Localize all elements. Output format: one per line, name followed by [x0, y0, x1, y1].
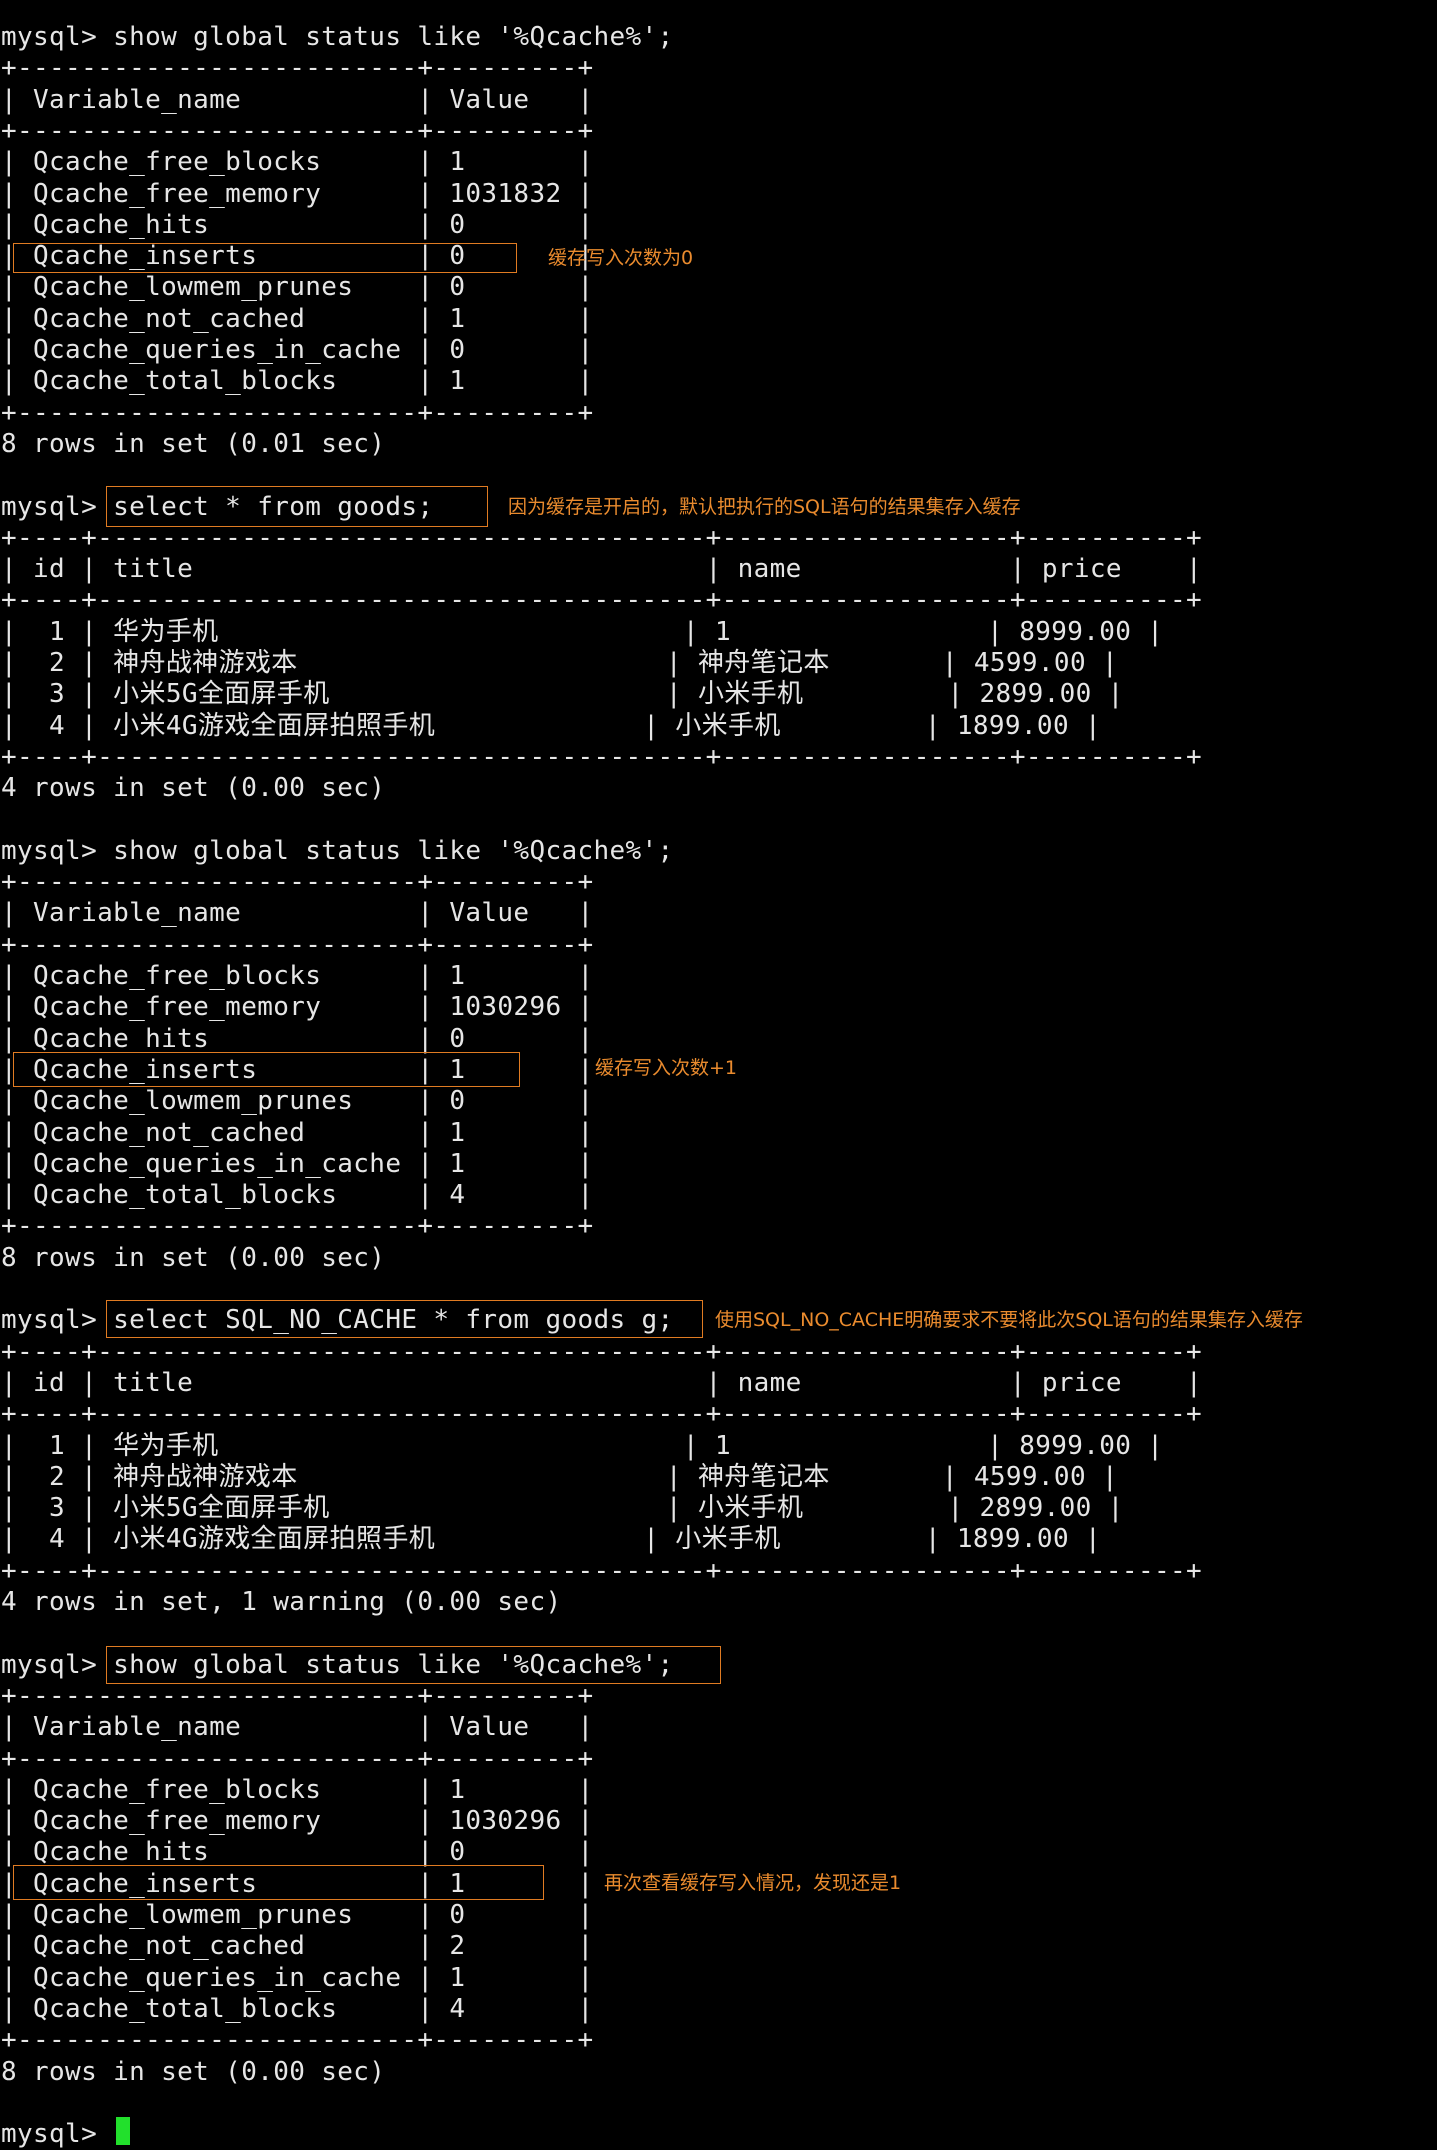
terminal-line: | Qcache_free_blocks | 1 | [1, 961, 594, 991]
terminal-line: 8 rows in set (0.00 sec) [1, 2056, 386, 2087]
terminal-line: | Qcache_hits | 0 | [1, 209, 594, 240]
highlight-box-select-query [106, 486, 488, 527]
terminal-line: | Qcache_total_blocks | 1 | [1, 366, 594, 397]
terminal-line: | Qcache_total_blocks | 4 | [1, 1993, 594, 2024]
terminal-line: mysql> show global status like '%Qcache%… [1, 22, 674, 52]
highlight-box-inserts-1 [13, 243, 517, 273]
terminal-line: +-------------------------+---------+ [1, 1743, 594, 1774]
highlight-box-show-status-query [106, 1646, 721, 1684]
terminal-line: +-------------------------+---------+ [1, 1680, 594, 1711]
terminal-line: +-------------------------+---------+ [1, 867, 594, 898]
terminal-line: | 3 | 小米5G全面屏手机 | 小米手机 | 2899.00 | [1, 679, 1124, 710]
terminal-line: | Qcache_free_memory | 1030296 | [1, 992, 594, 1023]
terminal-line: +----+----------------------------------… [1, 1399, 1202, 1430]
terminal-line: +----+----------------------------------… [1, 522, 1202, 553]
terminal-line: mysql> show global status like '%Qcache%… [1, 835, 674, 866]
terminal-line: | Qcache_free_memory | 1030296 | [1, 1806, 594, 1837]
highlight-box-inserts-2 [13, 1052, 520, 1087]
terminal-line: | 2 | 神舟战神游戏本 | 神舟笔记本 | 4599.00 | [1, 648, 1118, 678]
terminal-line: | Qcache_hits | 0 | [1, 1837, 594, 1868]
terminal-line: | id | title | name | price | [1, 554, 1202, 585]
highlight-box-inserts-3 [13, 1865, 544, 1900]
terminal-line: +----+----------------------------------… [1, 741, 1202, 772]
annotation-inserts-plus-one: 缓存写入次数+1 [595, 1057, 738, 1079]
terminal-line: +----+----------------------------------… [1, 1555, 1202, 1586]
terminal-line: | Qcache_queries_in_cache | 1 | [1, 1962, 594, 1993]
terminal-line: 8 rows in set (0.01 sec) [1, 428, 386, 459]
terminal-line: | Qcache_lowmem_prunes | 0 | [1, 1900, 594, 1930]
terminal-line: | Qcache_lowmem_prunes | 0 | [1, 1086, 594, 1117]
terminal-line: | 1 | 华为手机 | 1 | 8999.00 | [1, 616, 1164, 647]
terminal-line: mysql> [1, 2119, 114, 2150]
terminal-line: +-------------------------+---------+ [1, 929, 594, 960]
highlight-box-no-cache-query [106, 1300, 703, 1338]
terminal-line: +-------------------------+---------+ [1, 1211, 594, 1242]
terminal-line: | Qcache_total_blocks | 4 | [1, 1180, 594, 1211]
terminal-line: | 4 | 小米4G游戏全面屏拍照手机 | 小米手机 | 1899.00 | [1, 710, 1101, 741]
terminal-line: 4 rows in set, 1 warning (0.00 sec) [1, 1587, 562, 1617]
terminal-line: | Variable_name | Value | [1, 898, 594, 929]
terminal-line: | Qcache_lowmem_prunes | 0 | [1, 272, 594, 303]
terminal-line: +-------------------------+---------+ [1, 115, 594, 146]
terminal-line: | Qcache_hits | 0 | [1, 1023, 594, 1054]
terminal-line: | Qcache_queries_in_cache | 0 | [1, 335, 594, 365]
terminal-line: +-------------------------+---------+ [1, 397, 594, 428]
terminal-line: | 1 | 华为手机 | 1 | 8999.00 | [1, 1430, 1164, 1461]
terminal-line: +-------------------------+---------+ [1, 53, 594, 84]
terminal-line: | Qcache_queries_in_cache | 1 | [1, 1148, 594, 1179]
terminal-line: | Qcache_not_cached | 1 | [1, 303, 594, 334]
annotation-cache-enabled: 因为缓存是开启的，默认把执行的SQL语句的结果集存入缓存 [508, 496, 1021, 518]
terminal-line: | 2 | 神舟战神游戏本 | 神舟笔记本 | 4599.00 | [1, 1461, 1118, 1492]
terminal-window[interactable]: mysql> show global status like '%Qcache%… [0, 0, 1437, 2150]
terminal-line: | 4 | 小米4G游戏全面屏拍照手机 | 小米手机 | 1899.00 | [1, 1524, 1101, 1555]
terminal-line: | Variable_name | Value | [1, 84, 594, 115]
terminal-line: +-------------------------+---------+ [1, 2025, 594, 2056]
terminal-cursor [116, 2117, 130, 2145]
annotation-sql-no-cache: 使用SQL_NO_CACHE明确要求不要将此次SQL语句的结果集存入缓存 [715, 1309, 1303, 1331]
terminal-line: | Qcache_not_cached | 2 | [1, 1931, 594, 1962]
terminal-line: | id | title | name | price | [1, 1367, 1202, 1398]
annotation-inserts-zero: 缓存写入次数为0 [548, 247, 694, 269]
annotation-inserts-still-one: 再次查看缓存写入情况，发现还是1 [604, 1872, 902, 1894]
terminal-line: 8 rows in set (0.00 sec) [1, 1242, 386, 1273]
terminal-line: | Qcache_free_memory | 1031832 | [1, 178, 594, 209]
terminal-line: | Qcache_free_blocks | 1 | [1, 1774, 594, 1805]
terminal-line: 4 rows in set (0.00 sec) [1, 773, 386, 804]
terminal-line: +----+----------------------------------… [1, 585, 1202, 616]
terminal-line: +----+----------------------------------… [1, 1336, 1202, 1367]
terminal-line: | Variable_name | Value | [1, 1712, 594, 1743]
terminal-line: | 3 | 小米5G全面屏手机 | 小米手机 | 2899.00 | [1, 1493, 1124, 1524]
terminal-line: | Qcache_free_blocks | 1 | [1, 147, 594, 178]
terminal-line: | Qcache_not_cached | 1 | [1, 1117, 594, 1148]
